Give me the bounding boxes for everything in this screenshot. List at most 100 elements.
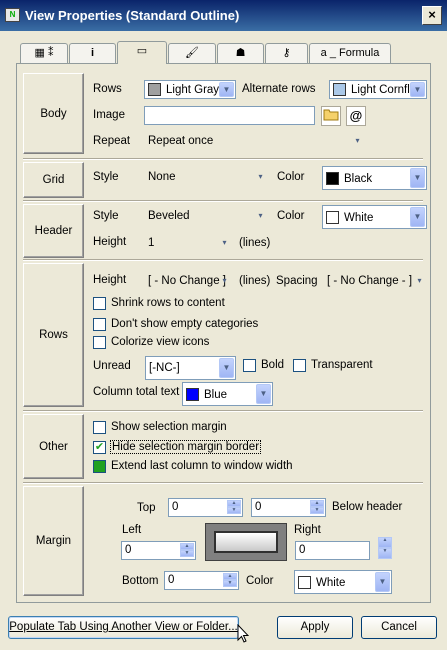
rows-height-unit: (lines) — [239, 275, 271, 287]
hide-margin-border-checkbox[interactable]: ✔ — [93, 441, 106, 454]
below-header-label: Below header — [332, 501, 403, 513]
chevron-down-icon: ▼ — [375, 572, 390, 592]
tab-styles[interactable]: ▭ — [117, 41, 167, 64]
margin-left-value: 0 — [125, 544, 132, 556]
margin-right-input[interactable]: 0 — [295, 541, 370, 560]
unread-label: Unread — [93, 360, 131, 372]
unread-bold-label: Bold — [261, 359, 285, 371]
tab-key[interactable]: ⚷ — [265, 43, 308, 63]
chevron-down-icon: ▼ — [410, 207, 425, 227]
header-section-label: Header — [23, 204, 84, 258]
header-style-label: Style — [93, 210, 119, 222]
style-tab-panel: Body Rows Light Gray ▼ Alternate rows Li… — [16, 63, 431, 603]
divider — [23, 410, 423, 412]
header-height-label: Height — [93, 236, 127, 248]
alternate-rows-value: Light Cornfl — [351, 84, 410, 96]
populate-tab-button[interactable]: Populate Tab Using Another View or Folde… — [8, 616, 239, 639]
margin-right-label: Right — [294, 524, 321, 536]
grid-style-select[interactable]: None ▾ — [144, 168, 270, 187]
other-section-label: Other — [23, 414, 84, 479]
margin-below-header-spinner[interactable]: ▲ ▼ — [310, 500, 324, 515]
close-button[interactable]: × — [422, 6, 442, 25]
header-color-label: Color — [277, 210, 305, 222]
extend-last-column-checkbox[interactable] — [93, 460, 106, 473]
hide-margin-border-label: Hide selection margin border — [110, 440, 262, 454]
divider — [23, 482, 423, 484]
image-input[interactable] — [144, 106, 315, 125]
title-bar: N View Properties (Standard Outline) × — [0, 0, 447, 31]
header-height-select[interactable]: 1 ▾ — [144, 234, 234, 253]
unread-transparent-checkbox[interactable] — [293, 359, 306, 372]
unread-select[interactable]: [-NC-] ▼ — [145, 356, 236, 380]
divider — [23, 158, 423, 160]
chevron-down-icon: ▾ — [417, 276, 422, 285]
margin-top-spinner[interactable]: ▲ ▼ — [227, 500, 241, 515]
chevron-down-icon: ▼ — [410, 168, 425, 188]
folder-icon[interactable] — [321, 106, 341, 126]
rows-height-value: [ - No Change ] — [148, 275, 226, 287]
grid-color-select[interactable]: Black ▼ — [322, 166, 427, 190]
image-label: Image — [93, 109, 125, 121]
spacing-value: [ - No Change - ] — [327, 275, 413, 287]
hide-empty-categories-label: Don't show empty categories — [111, 318, 259, 330]
view-properties-dialog: N View Properties (Standard Outline) × ▦… — [0, 0, 447, 650]
chevron-down-icon: ▼ — [256, 384, 271, 404]
tab-formula[interactable]: a _ Formula — [309, 43, 391, 63]
grid-section-label: Grid — [23, 162, 84, 198]
margin-left-spinner[interactable]: ▲ ▼ — [180, 543, 194, 558]
column-total-value: Blue — [204, 389, 228, 401]
header-color-select[interactable]: White ▼ — [322, 205, 427, 229]
grid-color-swatch — [326, 172, 339, 185]
header-style-value: Beveled — [148, 210, 190, 222]
margin-left-input[interactable]: 0 ▲ ▼ — [121, 541, 196, 560]
margin-right-spinner[interactable]: ▲ ▼ — [378, 537, 392, 560]
unread-value: [-NC-] — [149, 362, 180, 374]
grid-color-label: Color — [277, 171, 305, 183]
repeat-select[interactable]: Repeat once ▾ — [144, 132, 367, 151]
formula-at-icon[interactable]: @ — [346, 106, 366, 126]
chevron-down-icon: ▾ — [258, 211, 263, 220]
grid-style-label: Style — [93, 171, 119, 183]
repeat-value: Repeat once — [148, 135, 214, 147]
tab-brush[interactable]: 🖌 — [168, 43, 216, 63]
chevron-down-icon: ▼ — [410, 82, 425, 97]
margin-color-value: White — [316, 577, 346, 589]
unread-bold-checkbox[interactable] — [243, 359, 256, 372]
header-style-select[interactable]: Beveled ▾ — [144, 207, 270, 226]
divider — [23, 200, 423, 202]
cancel-button[interactable]: Cancel — [361, 616, 437, 639]
repeat-label: Repeat — [93, 135, 131, 147]
colorize-icons-checkbox[interactable] — [93, 336, 106, 349]
chevron-down-icon: ▾ — [222, 276, 227, 285]
apply-button[interactable]: Apply — [277, 616, 353, 639]
rows-color-select[interactable]: Light Gray ▼ — [144, 80, 236, 99]
hide-empty-categories-checkbox[interactable] — [93, 318, 106, 331]
header-height-value: 1 — [148, 237, 155, 249]
alternate-rows-label: Alternate rows — [242, 83, 316, 95]
show-selection-margin-checkbox[interactable] — [93, 421, 106, 434]
window-title: View Properties (Standard Outline) — [25, 8, 240, 23]
shrink-rows-label: Shrink rows to content — [111, 297, 225, 309]
margin-color-select[interactable]: White ▼ — [294, 570, 392, 594]
alternate-rows-color-select[interactable]: Light Cornfl ▼ — [329, 80, 427, 99]
margin-bottom-input[interactable]: 0 ▲ ▼ — [164, 571, 239, 590]
spacing-select[interactable]: [ - No Change - ] ▾ — [323, 272, 429, 291]
column-total-color-select[interactable]: Blue ▼ — [182, 382, 273, 406]
tab-columns[interactable]: ▦ ⁑ — [20, 43, 68, 63]
margin-right-value: 0 — [299, 544, 306, 556]
divider — [23, 259, 423, 261]
header-color-value: White — [344, 212, 374, 224]
tab-info[interactable]: i — [69, 43, 116, 63]
rows-color-value: Light Gray — [166, 84, 220, 96]
shrink-rows-checkbox[interactable] — [93, 297, 106, 310]
chevron-down-icon: ▾ — [222, 238, 227, 247]
margin-below-header-value: 0 — [255, 501, 262, 513]
tab-hat[interactable]: ☗ — [217, 43, 264, 63]
margin-top-input[interactable]: 0 ▲ ▼ — [168, 498, 243, 517]
body-section-label: Body — [23, 73, 84, 154]
margin-bottom-label: Bottom — [122, 575, 159, 587]
rows-color-swatch — [148, 83, 161, 96]
margin-bottom-spinner[interactable]: ▲ ▼ — [223, 573, 237, 588]
rows-height-select[interactable]: [ - No Change ] ▾ — [144, 272, 234, 291]
margin-below-header-input[interactable]: 0 ▲ ▼ — [251, 498, 326, 517]
